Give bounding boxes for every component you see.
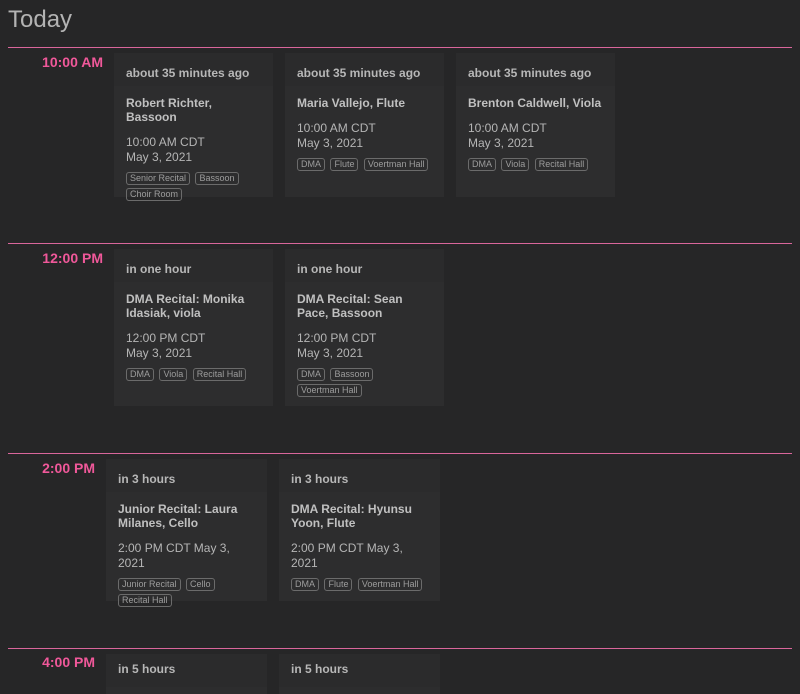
event-card[interactable]: in 5 hours <box>106 654 267 694</box>
event-card[interactable]: in 5 hours <box>279 654 440 694</box>
event-time: 10:00 AM CDT <box>126 135 205 149</box>
event-tag[interactable]: Flute <box>324 578 353 591</box>
event-tags: Junior Recital Cello Recital Hall <box>118 578 255 610</box>
event-time: 2:00 PM CDT May 3, 2021 <box>291 541 403 570</box>
event-date: May 3, 2021 <box>126 150 193 164</box>
time-slot-12pm: 12:00 PM in one hour DMA Recital: Monika… <box>8 243 792 406</box>
event-tag[interactable]: DMA <box>297 368 325 381</box>
event-title[interactable]: DMA Recital: Sean Pace, Bassoon <box>297 292 432 320</box>
event-tag[interactable]: Bassoon <box>195 172 239 185</box>
event-relative-time: in 5 hours <box>279 654 440 687</box>
time-slot-4pm: 4:00 PM in 5 hours in 5 hours <box>8 648 792 694</box>
event-tag[interactable]: Flute <box>330 158 359 171</box>
event-tag[interactable]: Viola <box>501 158 530 171</box>
event-tags: DMA Bassoon Voertman Hall <box>297 368 432 400</box>
event-tag[interactable]: DMA <box>297 158 325 171</box>
slot-divider <box>8 648 792 649</box>
event-relative-time: in 3 hours <box>279 459 440 492</box>
event-title[interactable]: Brenton Caldwell, Viola <box>468 96 603 110</box>
event-tag[interactable]: DMA <box>291 578 319 591</box>
event-title[interactable]: Maria Vallejo, Flute <box>297 96 432 110</box>
event-card[interactable]: in one hour DMA Recital: Monika Idasiak,… <box>114 249 273 406</box>
event-time: 12:00 PM CDT <box>297 331 377 345</box>
page-title: Today <box>8 6 73 33</box>
event-tags: DMA Viola Recital Hall <box>468 158 603 174</box>
slot-time-label: 12:00 PM <box>42 250 103 266</box>
slot-time-label: 4:00 PM <box>42 654 95 670</box>
event-relative-time: about 35 minutes ago <box>456 53 615 86</box>
slot-time-label: 2:00 PM <box>42 460 95 476</box>
event-card[interactable]: about 35 minutes ago Maria Vallejo, Flut… <box>285 53 444 197</box>
slot-divider <box>8 47 792 48</box>
event-card[interactable]: about 35 minutes ago Robert Richter, Bas… <box>114 53 273 201</box>
event-card[interactable]: in one hour DMA Recital: Sean Pace, Bass… <box>285 249 444 406</box>
event-tag[interactable]: Voertman Hall <box>297 384 362 397</box>
event-tag[interactable]: Junior Recital <box>118 578 181 591</box>
event-relative-time: in 5 hours <box>106 654 267 687</box>
event-date: May 3, 2021 <box>297 136 364 150</box>
event-tags: DMA Flute Voertman Hall <box>291 578 428 594</box>
event-tags: DMA Flute Voertman Hall <box>297 158 432 174</box>
event-tag[interactable]: Choir Room <box>126 188 183 201</box>
slot-time-label: 10:00 AM <box>42 54 103 70</box>
event-title[interactable]: Junior Recital: Laura Milanes, Cello <box>118 502 255 530</box>
event-card[interactable]: about 35 minutes ago Brenton Caldwell, V… <box>456 53 615 197</box>
event-tag[interactable]: Voertman Hall <box>363 158 429 171</box>
time-slot-10am: 10:00 AM about 35 minutes ago Robert Ric… <box>8 47 792 201</box>
event-date: May 3, 2021 <box>297 346 364 360</box>
event-title[interactable]: Robert Richter, Bassoon <box>126 96 261 124</box>
event-tag[interactable]: Bassoon <box>330 368 374 381</box>
event-time: 2:00 PM CDT May 3, 2021 <box>118 541 230 570</box>
event-tag[interactable]: Senior Recital <box>126 172 191 185</box>
event-card[interactable]: in 3 hours Junior Recital: Laura Milanes… <box>106 459 267 607</box>
time-slot-2pm: 2:00 PM in 3 hours Junior Recital: Laura… <box>8 453 792 607</box>
event-card[interactable]: in 3 hours DMA Recital: Hyunsu Yoon, Flu… <box>279 459 440 601</box>
event-time: 10:00 AM CDT <box>468 121 547 135</box>
event-title[interactable]: DMA Recital: Monika Idasiak, viola <box>126 292 261 320</box>
event-relative-time: in one hour <box>114 249 273 282</box>
slot-divider <box>8 453 792 454</box>
event-tag[interactable]: DMA <box>126 368 154 381</box>
event-date: May 3, 2021 <box>126 346 193 360</box>
event-date: May 3, 2021 <box>468 136 535 150</box>
event-time: 10:00 AM CDT <box>297 121 376 135</box>
event-tag[interactable]: Voertman Hall <box>357 578 423 591</box>
event-relative-time: in 3 hours <box>106 459 267 492</box>
event-relative-time: about 35 minutes ago <box>114 53 273 86</box>
event-tag[interactable]: Cello <box>185 578 215 591</box>
event-tags: DMA Viola Recital Hall <box>126 368 261 384</box>
event-time: 12:00 PM CDT <box>126 331 206 345</box>
event-tag[interactable]: Recital Hall <box>192 368 247 381</box>
slot-divider <box>8 243 792 244</box>
event-relative-time: about 35 minutes ago <box>285 53 444 86</box>
event-relative-time: in one hour <box>285 249 444 282</box>
event-title[interactable]: DMA Recital: Hyunsu Yoon, Flute <box>291 502 428 530</box>
event-tag[interactable]: DMA <box>468 158 496 171</box>
event-tag[interactable]: Recital Hall <box>534 158 589 171</box>
event-tags: Senior Recital Bassoon Choir Room <box>126 172 261 204</box>
event-tag[interactable]: Recital Hall <box>118 594 172 607</box>
event-tag[interactable]: Viola <box>159 368 188 381</box>
